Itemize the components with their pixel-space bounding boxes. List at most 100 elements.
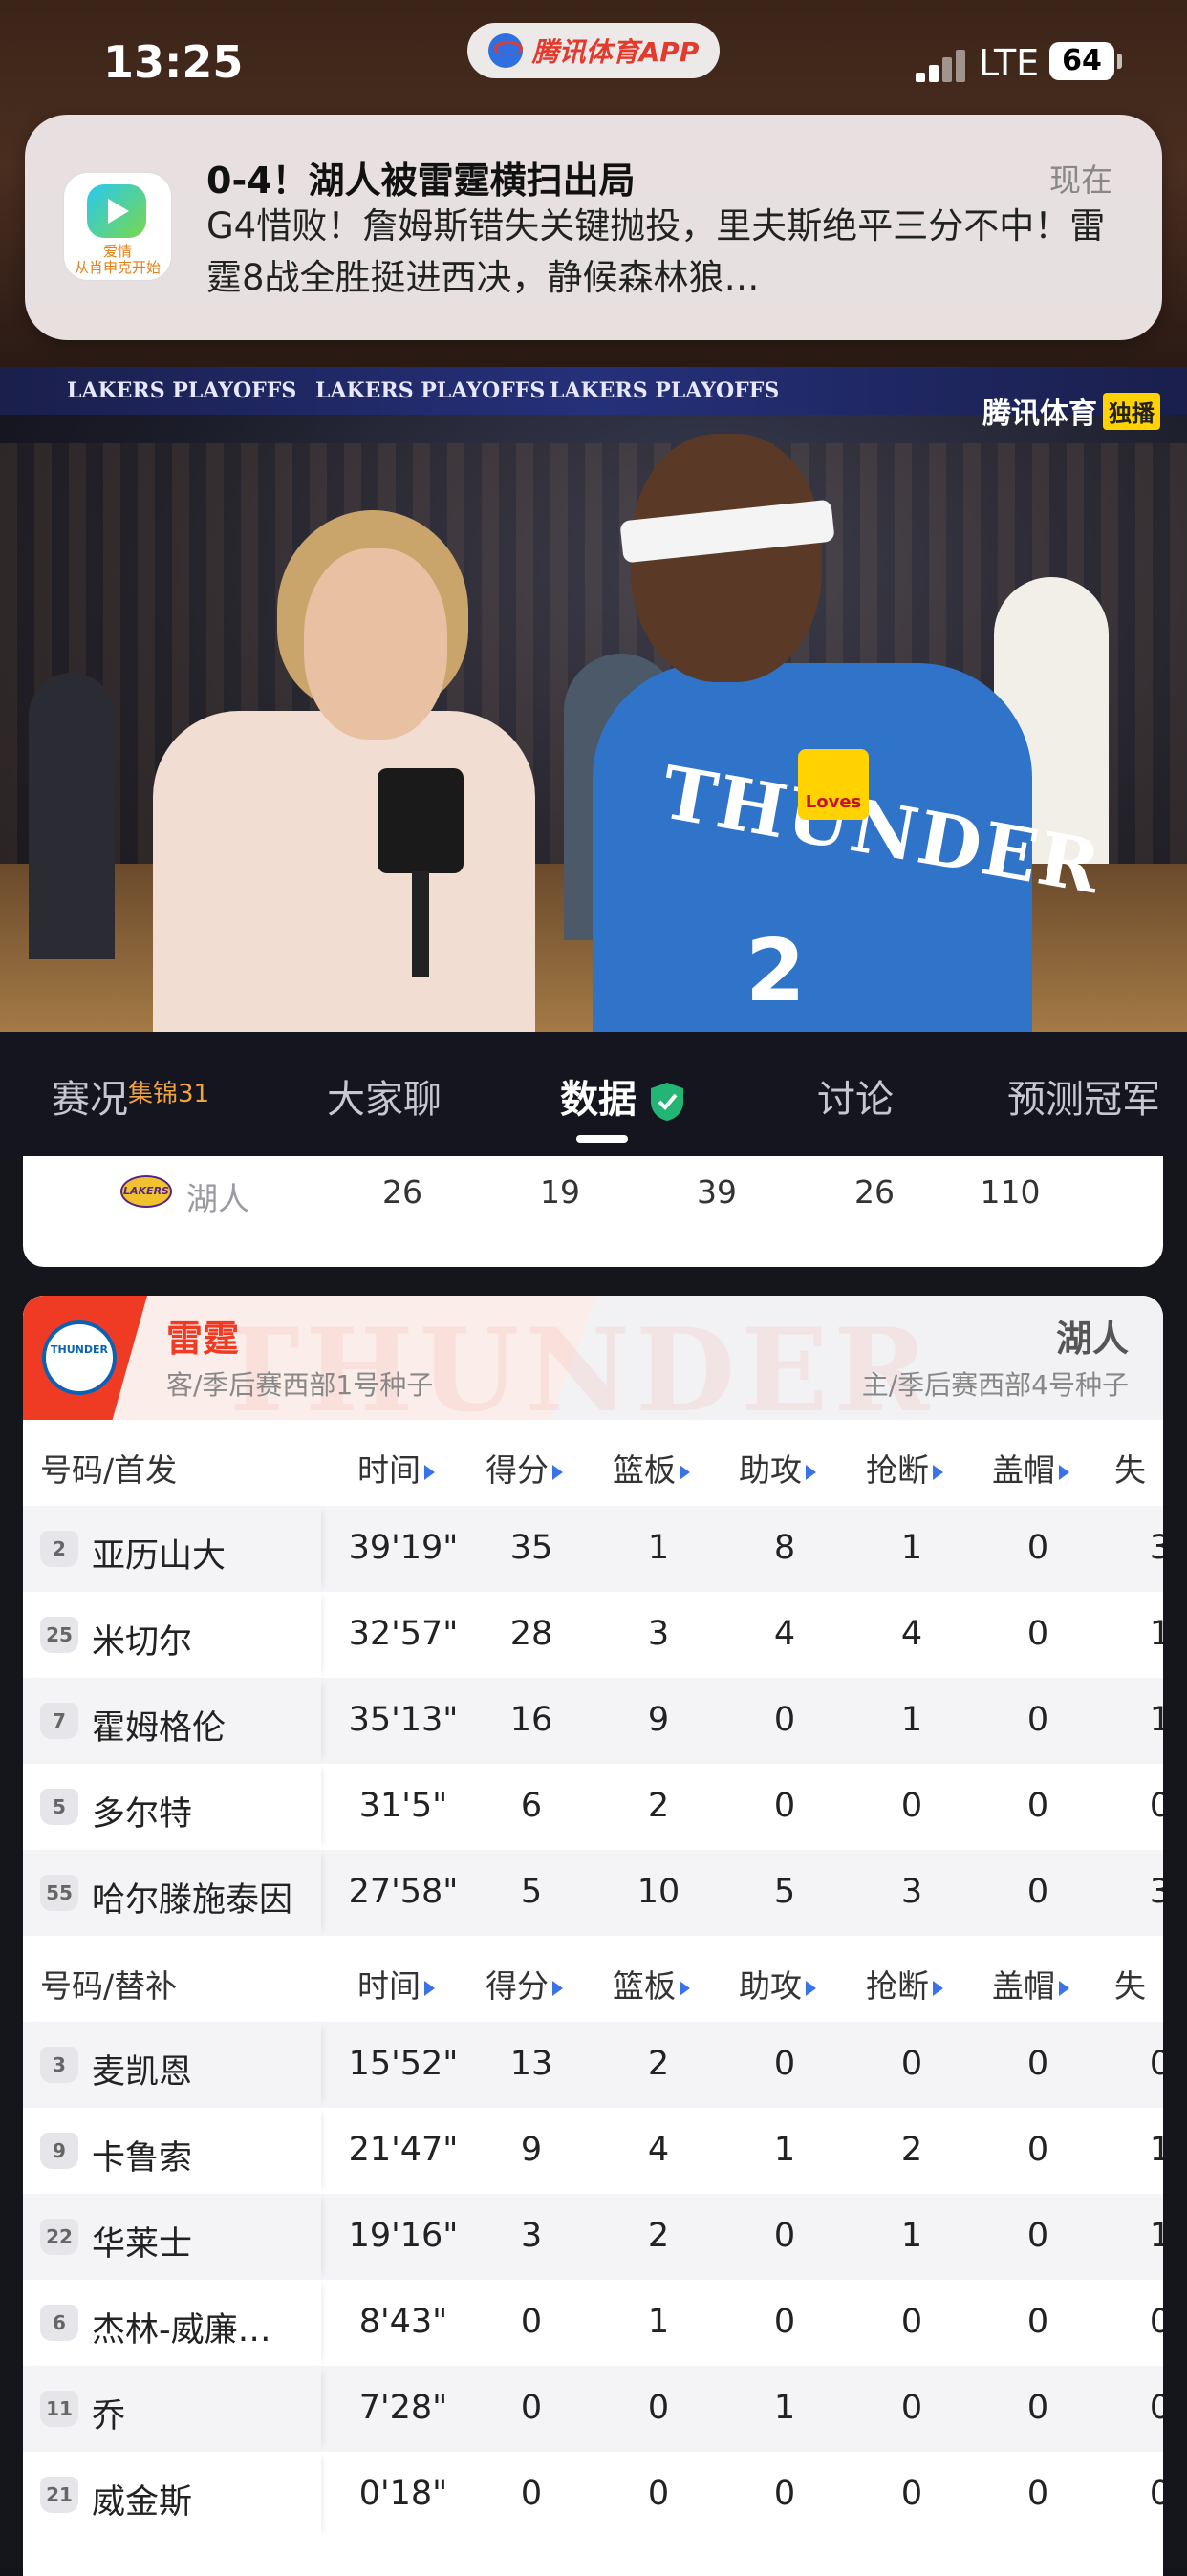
table-header-row: 号码/首发 时间 得分 篮板 助攻 抢断 盖帽 失 — [23, 1420, 1163, 1506]
video-player[interactable]: LAKERS PLAYOFFS LAKERS PLAYOFFS LAKERS P… — [0, 367, 1187, 1032]
sortable-column-header[interactable]: 抢断 — [866, 1445, 943, 1491]
player-name[interactable]: 卡鲁索 — [92, 2131, 192, 2179]
player-name[interactable]: 威金斯 — [92, 2475, 192, 2523]
player-row[interactable]: 5 多尔特 31'5" 6 2 0 0 0 0 — [23, 1764, 1163, 1850]
sortable-column-header[interactable]: 时间 — [357, 1961, 435, 2007]
stat-cell: 9 — [520, 2131, 543, 2169]
player-name-cell: 6 杰林-威廉… — [23, 2280, 321, 2366]
tencent-sports-watermark: 腾讯体育 独播 — [982, 390, 1160, 432]
tab-label: 大家聊 — [327, 1078, 442, 1122]
player-name[interactable]: 多尔特 — [92, 1787, 192, 1835]
stat-cell: 1 — [900, 1529, 923, 1567]
sortable-column-header[interactable]: 得分 — [486, 1445, 563, 1491]
stat-cell: 1 — [1149, 1615, 1163, 1653]
player-name[interactable]: 亚历山大 — [92, 1529, 226, 1578]
sortable-column-header[interactable]: 失 — [1114, 1961, 1146, 2007]
player-name[interactable]: 麦凯恩 — [92, 2045, 192, 2093]
tab-label: 讨论 — [817, 1078, 894, 1122]
column-label: 失 — [1114, 1451, 1146, 1489]
player-row[interactable]: 25 米切尔 32'57" 28 3 4 4 0 1 — [23, 1592, 1163, 1678]
tab-game-status[interactable]: 赛况集锦31 — [52, 1068, 209, 1124]
box-score-card: THUNDER THUNDER 雷霆 客/季后赛西部1号种子 湖人 主/季后赛西… — [23, 1296, 1163, 2576]
sort-arrow-icon — [1059, 1980, 1069, 1996]
tab-predict-champion[interactable]: 预测冠军 — [1007, 1068, 1160, 1124]
player-row[interactable]: 21 威金斯 0'18" 0 0 0 0 0 0 — [23, 2452, 1163, 2538]
player-name[interactable]: 哈尔滕施泰因 — [92, 1873, 292, 1921]
team-switch-header: THUNDER THUNDER 雷霆 客/季后赛西部1号种子 湖人 主/季后赛西… — [23, 1296, 1163, 1438]
status-bar: 13:25 腾讯体育APP LTE 64 — [0, 0, 1187, 124]
stat-cell: 1 — [1149, 2217, 1163, 2255]
stat-cell: 0 — [647, 2389, 670, 2427]
microphone — [378, 768, 464, 977]
stat-cell: 39'19" — [348, 1529, 459, 1567]
player-row[interactable]: 9 卡鲁索 21'47" 9 4 1 2 0 1 — [23, 2108, 1163, 2194]
home-team-seed: 客/季后赛西部1号种子 — [166, 1369, 434, 1401]
player-name[interactable]: 乔 — [92, 2389, 125, 2437]
sortable-column-header[interactable]: 助攻 — [739, 1445, 816, 1491]
stats-content[interactable]: LAKERS 湖人 26 19 39 26 110 THUNDER THUNDE… — [0, 1156, 1187, 2576]
sortable-column-header[interactable]: 助攻 — [739, 1961, 816, 2007]
jersey-number-badge: 2 — [40, 1531, 78, 1567]
jersey-number-badge: 9 — [40, 2133, 78, 2169]
tab-data[interactable]: 数据 — [560, 1068, 686, 1124]
notification-time: 现在 — [1049, 161, 1112, 199]
player-row[interactable]: 11 乔 7'28" 0 0 1 0 0 0 — [23, 2366, 1163, 2452]
tab-bar: 赛况集锦31 大家聊 数据 讨论 预测冠军 — [0, 1032, 1187, 1156]
jersey-number-badge: 21 — [40, 2477, 78, 2513]
player-jersey: THUNDER 2 Loves — [593, 663, 1108, 1032]
player-row[interactable]: 55 哈尔滕施泰因 27'58" 5 10 5 3 0 3 — [23, 1850, 1163, 1936]
sortable-column-header[interactable]: 盖帽 — [992, 1961, 1069, 2007]
player-name-cell: 22 华莱士 — [23, 2194, 321, 2280]
tab-discussion[interactable]: 讨论 — [817, 1068, 894, 1124]
player-name-cell: 3 麦凯恩 — [23, 2022, 321, 2108]
stat-cell: 3 — [1149, 1873, 1163, 1911]
tab-chat[interactable]: 大家聊 — [327, 1068, 442, 1124]
player-row[interactable]: 7 霍姆格伦 35'13" 16 9 0 1 0 1 — [23, 1678, 1163, 1764]
stat-cell: 0 — [773, 2475, 796, 2513]
stat-cell: 32'57" — [348, 1615, 459, 1653]
player-name[interactable]: 霍姆格伦 — [92, 1701, 226, 1750]
column-label: 时间 — [357, 1451, 421, 1489]
player-row[interactable]: 3 麦凯恩 15'52" 13 2 0 0 0 0 — [23, 2022, 1163, 2108]
sort-arrow-icon — [1059, 1464, 1069, 1480]
player-row[interactable]: 6 杰林-威廉… 8'43" 0 1 0 0 0 0 — [23, 2280, 1163, 2366]
sort-arrow-icon — [806, 1980, 816, 1996]
player-name[interactable]: 杰林-威廉… — [92, 2303, 271, 2351]
player-row[interactable]: 2 亚历山大 39'19" 35 1 8 1 0 3 — [23, 1506, 1163, 1592]
push-notification[interactable]: 爱情 从肖申克开始 0-4！湖人被雷霆横扫出局 现在 G4惜败！詹姆斯错失关键抛投… — [25, 115, 1162, 340]
sort-arrow-icon — [680, 1464, 690, 1480]
stat-cell: 0 — [520, 2475, 543, 2513]
sortable-column-header[interactable]: 抢断 — [866, 1961, 943, 2007]
player-name[interactable]: 米切尔 — [92, 1615, 192, 1664]
sortable-column-header[interactable]: 盖帽 — [992, 1445, 1069, 1491]
player-name[interactable]: 华莱士 — [92, 2217, 192, 2265]
stat-cell: 3 — [1149, 1529, 1163, 1567]
quarter-score-card: LAKERS 湖人 26 19 39 26 110 — [23, 1156, 1163, 1267]
active-tab-indicator — [576, 1135, 628, 1143]
stat-cell: 0 — [900, 2389, 923, 2427]
logo-text: THUNDER — [51, 1343, 108, 1356]
stat-cell: 1 — [773, 2131, 796, 2169]
quarter-team-name: 湖人 — [186, 1180, 249, 1217]
player-row[interactable]: 22 华莱士 19'16" 3 2 0 1 0 1 — [23, 2194, 1163, 2280]
column-label: 篮板 — [613, 1451, 676, 1489]
sortable-column-header[interactable]: 时间 — [357, 1445, 435, 1491]
stat-cell: 0 — [1026, 2131, 1049, 2169]
sortable-column-header[interactable]: 失 — [1114, 1445, 1146, 1491]
home-team-name[interactable]: 雷霆 — [166, 1309, 239, 1362]
away-team-name[interactable]: 湖人 — [1056, 1309, 1129, 1362]
app-pill[interactable]: 腾讯体育APP — [467, 23, 720, 78]
sortable-column-header[interactable]: 篮板 — [613, 1445, 690, 1491]
column-label: 失 — [1114, 1967, 1146, 2005]
notification-title: 0-4！湖人被雷霆横扫出局 — [206, 160, 636, 202]
stat-cell: 5 — [773, 1873, 796, 1911]
stat-cell: 0 — [1149, 1787, 1163, 1825]
sortable-column-header[interactable]: 篮板 — [613, 1961, 690, 2007]
stat-cell: 15'52" — [348, 2045, 459, 2083]
stat-cell: 27'58" — [348, 1873, 459, 1911]
jersey-number-badge: 6 — [40, 2305, 78, 2341]
stat-cell: 21'47" — [348, 2131, 459, 2169]
player-name-cell: 2 亚历山大 — [23, 1506, 321, 1592]
stat-cell: 7'28" — [358, 2389, 448, 2427]
sortable-column-header[interactable]: 得分 — [486, 1961, 563, 2007]
